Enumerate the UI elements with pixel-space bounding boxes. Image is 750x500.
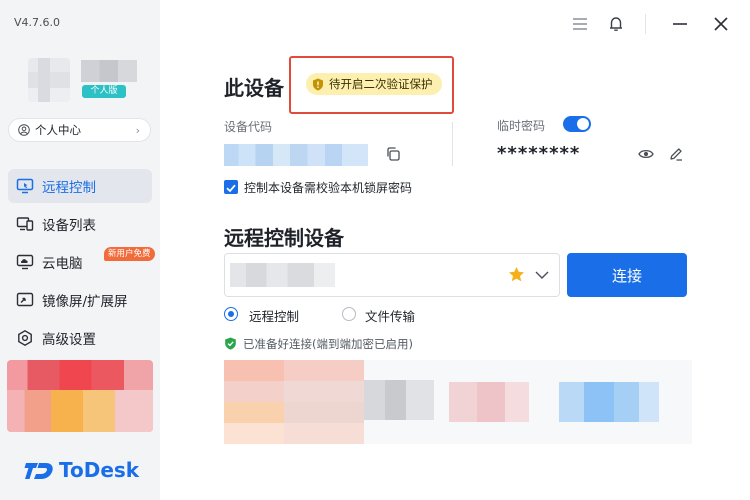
cloud-pc-icon <box>16 254 34 270</box>
connection-ready-status: 已准备好连接(端到端加密已启用) <box>243 337 413 351</box>
chevron-right-icon: › <box>135 124 140 137</box>
titlebar-divider <box>645 14 646 34</box>
temp-password-toggle[interactable] <box>563 116 591 132</box>
sidebar: V4.7.6.0 个人版 个人中心 › 远程控制 设备列表 云电脑 新用户免费 … <box>0 0 160 500</box>
this-device-title: 此设备 <box>224 76 284 100</box>
sidebar-item-advanced-settings[interactable]: 高级设置 <box>8 321 152 355</box>
todesk-logo: ToDesk <box>24 458 139 482</box>
remote-control-icon <box>16 178 34 194</box>
sidebar-item-label: 远程控制 <box>42 180 96 196</box>
star-icon[interactable] <box>508 266 525 283</box>
mode-file-transfer-label[interactable]: 文件传输 <box>365 306 415 325</box>
sidebar-item-label: 设备列表 <box>42 218 96 234</box>
mode-file-transfer-radio[interactable] <box>342 307 356 321</box>
section-divider <box>452 122 453 166</box>
device-code-label: 设备代码 <box>224 120 273 134</box>
bell-icon[interactable] <box>607 15 625 33</box>
promo-banner[interactable] <box>7 360 153 432</box>
shield-check-icon <box>225 337 236 350</box>
profile-center-label: 个人中心 <box>35 123 81 137</box>
temp-password-label: 临时密码 <box>497 119 546 133</box>
sidebar-item-label: 高级设置 <box>42 332 96 348</box>
highlight-annotation-box <box>289 56 454 114</box>
new-user-free-tag: 新用户免费 <box>104 247 155 261</box>
device-code-value-redacted <box>224 144 368 166</box>
copy-icon[interactable] <box>385 146 401 162</box>
mirror-screen-icon <box>16 292 34 307</box>
checkmark-icon <box>226 184 236 193</box>
recent-item-redacted <box>364 380 434 420</box>
sidebar-item-label: 云电脑 <box>42 256 83 272</box>
remote-device-id-redacted <box>230 263 335 287</box>
eye-icon[interactable] <box>638 147 654 161</box>
recent-connections-redacted[interactable] <box>224 360 692 444</box>
sidebar-item-device-list[interactable]: 设备列表 <box>8 207 152 241</box>
version-label: V4.7.6.0 <box>14 16 61 29</box>
sidebar-item-remote-control[interactable]: 远程控制 <box>8 169 152 203</box>
mode-remote-control-label[interactable]: 远程控制 <box>249 306 299 325</box>
connect-button[interactable]: 连接 <box>567 253 687 297</box>
lock-screen-password-checkbox[interactable] <box>224 180 238 194</box>
sidebar-item-mirror-screen[interactable]: 镜像屏/扩展屏 <box>8 283 152 317</box>
profile-center-button[interactable]: 个人中心 › <box>8 118 151 142</box>
recent-item-redacted <box>449 382 529 422</box>
recent-item-redacted <box>224 360 284 444</box>
minimize-icon[interactable] <box>671 15 689 33</box>
menu-icon[interactable] <box>571 15 589 33</box>
sidebar-item-label: 镜像屏/扩展屏 <box>42 294 128 310</box>
account-tier-badge: 个人版 <box>82 85 126 98</box>
device-list-icon <box>16 217 34 231</box>
advanced-settings-icon <box>18 329 32 347</box>
username-redacted <box>81 60 137 82</box>
mode-remote-control-radio[interactable] <box>224 307 238 321</box>
brand-name: ToDesk <box>59 458 140 482</box>
remote-device-title: 远程控制设备 <box>224 226 344 250</box>
lock-screen-password-label: 控制本设备需校验本机锁屏密码 <box>244 181 413 195</box>
avatar[interactable] <box>28 58 70 102</box>
recent-item-redacted <box>284 360 364 444</box>
recent-item-redacted <box>559 382 659 422</box>
temp-password-value: ******** <box>497 143 581 164</box>
user-icon <box>18 124 30 136</box>
todesk-logo-icon <box>24 463 53 479</box>
edit-icon[interactable] <box>668 146 684 162</box>
close-icon[interactable] <box>712 15 730 33</box>
chevron-down-icon[interactable] <box>534 267 550 283</box>
